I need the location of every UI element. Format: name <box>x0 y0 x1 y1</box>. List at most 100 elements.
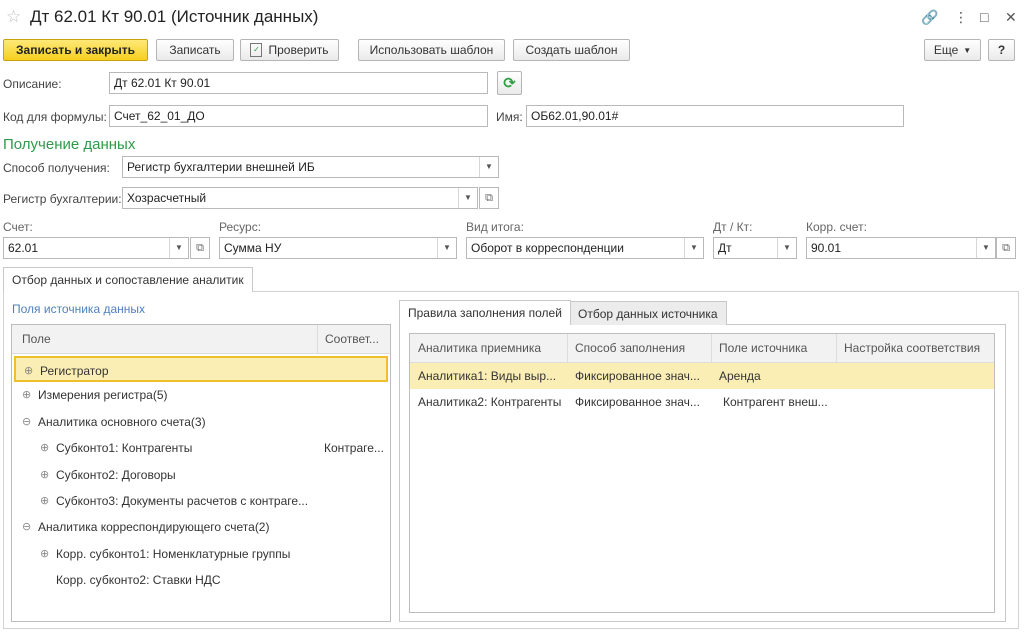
expand-icon[interactable]: ⊕ <box>40 462 49 488</box>
dt-kt-label: Дт / Кт: <box>713 220 753 234</box>
column-header-mapping[interactable]: Настройка соответствия <box>838 334 994 362</box>
rules-table-header: Аналитика приемника Способ заполнения По… <box>410 334 994 363</box>
tab-data-selection[interactable]: Отбор данных и сопоставление аналитик <box>3 267 253 292</box>
description-field[interactable]: Дт 62.01 Кт 90.01 <box>109 72 488 94</box>
tree-row[interactable]: ⊕ Субконто3: Документы расчетов с контраг… <box>14 488 388 514</box>
total-type-value: Оборот в корреспонденции <box>471 241 624 255</box>
source-fields-header: Поле Соответ... <box>12 325 390 354</box>
save-and-close-button[interactable]: Записать и закрыть <box>3 39 148 61</box>
table-cell: Фиксированное знач... <box>575 369 700 383</box>
check-button[interactable]: ✓ Проверить <box>240 39 339 61</box>
expand-icon[interactable]: ⊕ <box>40 488 49 514</box>
maximize-icon[interactable]: □ <box>980 9 988 25</box>
tab-source-filter[interactable]: Отбор данных источника <box>569 301 727 325</box>
expand-icon[interactable]: ⊕ <box>22 382 31 408</box>
table-cell: Аналитика1: Виды выр... <box>418 369 557 383</box>
chevron-down-icon[interactable]: ▼ <box>479 157 498 177</box>
corr-account-select[interactable]: 90.01 ▼ <box>806 237 996 259</box>
tree-row-label: Субконто2: Договоры <box>56 467 176 482</box>
column-separator <box>711 334 712 362</box>
data-section-title: Получение данных <box>3 136 136 153</box>
check-document-icon: ✓ <box>250 43 263 57</box>
tree-row[interactable]: ⊕ Субконто2: Договоры <box>14 462 388 488</box>
tree-row[interactable]: ⊕ Субконто1: Контрагенты Контраге... <box>14 435 388 461</box>
table-cell: Фиксированное знач... <box>575 395 700 409</box>
window-title: Дт 62.01 Кт 90.01 (Источник данных) <box>30 7 319 26</box>
tree-row-label: Корр. субконто2: Ставки НДС <box>56 573 221 588</box>
total-type-label: Вид итога: <box>466 220 524 234</box>
chevron-down-icon[interactable]: ▼ <box>777 238 796 258</box>
name-field[interactable]: ОБ62.01,90.01# <box>526 105 904 127</box>
save-button[interactable]: Записать <box>156 39 234 61</box>
method-select[interactable]: Регистр бухгалтерии внешней ИБ ▼ <box>122 156 499 178</box>
more-menu-label: Еще <box>933 43 959 57</box>
table-cell: Аренда <box>719 369 761 383</box>
account-select[interactable]: 62.01 ▼ <box>3 237 189 259</box>
source-fields-tree: Поле Соответ... ⊕ Регистратор ⊕ Измерения р… <box>11 324 391 622</box>
table-cell: Аналитика2: Контрагенты <box>418 395 562 409</box>
create-template-button[interactable]: Создать шаблон <box>513 39 630 61</box>
tree-row-label: Аналитика корреспондирующего счета(2) <box>38 520 270 535</box>
rules-table: Аналитика приемника Способ заполнения По… <box>409 333 995 613</box>
dt-kt-value: Дт <box>718 241 732 255</box>
more-menu-button[interactable]: Еще ▼ <box>924 39 981 61</box>
collapse-icon[interactable]: ⊖ <box>22 409 31 435</box>
tab-fill-rules[interactable]: Правила заполнения полей <box>399 300 571 325</box>
tree-row[interactable]: ⊕ Корр. субконто1: Номенклатурные группы <box>14 541 388 567</box>
more-actions-icon[interactable]: ⋮ <box>954 9 968 26</box>
register-label: Регистр бухгалтерии: <box>3 192 122 206</box>
open-account-icon[interactable]: ⧉ <box>190 237 210 259</box>
formula-code-label: Код для формулы: <box>3 110 107 124</box>
name-label: Имя: <box>496 110 523 124</box>
resource-label: Ресурс: <box>219 220 262 234</box>
tree-row[interactable]: ⊖ Аналитика основного счета(3) <box>14 409 388 435</box>
expand-icon[interactable]: ⊕ <box>40 541 49 567</box>
column-separator <box>836 334 837 362</box>
tree-row-label: Субконто1: Контрагенты <box>56 441 193 456</box>
tree-row[interactable]: ⊖ Аналитика корреспондирующего счета(2) <box>14 514 388 540</box>
chevron-down-icon[interactable]: ▼ <box>169 238 188 258</box>
resource-value: Сумма НУ <box>224 241 282 255</box>
check-button-label: Проверить <box>268 43 329 57</box>
column-header-source-field[interactable]: Поле источника <box>713 334 835 362</box>
tree-row[interactable]: ⊕ Регистратор <box>14 356 388 382</box>
dt-kt-select[interactable]: Дт ▼ <box>713 237 797 259</box>
use-template-button[interactable]: Использовать шаблон <box>358 39 505 61</box>
source-fields-title: Поля источника данных <box>12 302 146 316</box>
link-icon[interactable]: 🔗 <box>921 9 938 26</box>
tree-row-label: Измерения регистра(5) <box>38 388 168 403</box>
total-type-select[interactable]: Оборот в корреспонденции ▼ <box>466 237 704 259</box>
corr-account-label: Корр. счет: <box>806 220 867 234</box>
open-corr-account-icon[interactable]: ⧉ <box>996 237 1016 259</box>
chevron-down-icon[interactable]: ▼ <box>976 238 995 258</box>
resource-select[interactable]: Сумма НУ ▼ <box>219 237 457 259</box>
close-icon[interactable]: ✕ <box>1005 9 1017 26</box>
column-separator <box>317 325 318 353</box>
tree-row-label: Субконто3: Документы расчетов с контраге… <box>56 494 309 508</box>
favorite-star-icon[interactable]: ☆ <box>6 7 21 27</box>
formula-code-field[interactable]: Счет_62_01_ДО <box>109 105 488 127</box>
column-header-field[interactable]: Поле <box>16 325 316 353</box>
help-button[interactable]: ? <box>988 39 1015 61</box>
tree-row[interactable]: ⊕ Измерения регистра(5) <box>14 382 388 408</box>
column-header-fill-method[interactable]: Способ заполнения <box>569 334 709 362</box>
chevron-down-icon[interactable]: ▼ <box>437 238 456 258</box>
register-value: Хозрасчетный <box>127 191 207 205</box>
chevron-down-icon[interactable]: ▼ <box>684 238 703 258</box>
tree-row-label: Регистратор <box>40 364 109 378</box>
tree-row[interactable]: Корр. субконто2: Ставки НДС <box>14 567 388 593</box>
table-row[interactable]: Аналитика2: Контрагенты Фиксированное зна… <box>410 389 994 415</box>
chevron-down-icon: ▼ <box>963 45 972 55</box>
expand-icon[interactable]: ⊕ <box>24 358 33 384</box>
open-register-icon[interactable]: ⧉ <box>479 187 499 209</box>
column-header-receiver[interactable]: Аналитика приемника <box>412 334 562 362</box>
chevron-down-icon[interactable]: ▼ <box>458 188 477 208</box>
column-separator <box>567 334 568 362</box>
expand-icon[interactable]: ⊕ <box>40 435 49 461</box>
refresh-icon[interactable]: ⟳ <box>497 71 522 95</box>
register-select[interactable]: Хозрасчетный ▼ <box>122 187 478 209</box>
collapse-icon[interactable]: ⊖ <box>22 514 31 540</box>
tree-row-label: Корр. субконто1: Номенклатурные группы <box>56 546 291 561</box>
table-row[interactable]: Аналитика1: Виды выр... Фиксированное зна… <box>410 363 994 389</box>
column-header-match[interactable]: Соответ... <box>319 325 389 353</box>
